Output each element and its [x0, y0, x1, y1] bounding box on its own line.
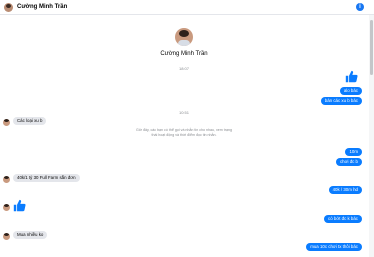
message-outgoing[interactable]: có bớt đc k bác: [324, 215, 362, 223]
profile-name: Cường Minh Trần: [160, 51, 208, 57]
message-outgoing[interactable]: alo bác: [339, 87, 362, 95]
message-incoming[interactable]: Mua nhiều ko: [13, 231, 48, 239]
like-icon: [13, 199, 26, 212]
scrollbar[interactable]: [369, 15, 374, 257]
message-outgoing[interactable]: chơi đc b: [335, 158, 362, 166]
message-outgoing[interactable]: 10m: [345, 148, 362, 156]
timestamp: 10:51: [178, 110, 189, 115]
contact-avatar[interactable]: [3, 233, 10, 240]
contact-avatar[interactable]: [3, 176, 10, 183]
profile-avatar[interactable]: [175, 28, 193, 46]
contact-avatar[interactable]: [3, 204, 10, 211]
info-icon[interactable]: i: [356, 3, 364, 11]
message-outgoing[interactable]: mua 10c chơi tx thôi bác: [306, 243, 362, 251]
message-incoming[interactable]: Các loại xu b: [13, 117, 47, 125]
header-contact-name[interactable]: Cường Minh Trần: [17, 3, 67, 12]
chat-notice: Giờ đây, các bạn có thể gọi và nhắn tin …: [136, 128, 232, 137]
chat-header: Cường Minh Trần i: [0, 0, 374, 15]
message-outgoing[interactable]: bán các xu b bác: [320, 97, 362, 105]
message-outgoing[interactable]: 40k / 30m hd: [328, 186, 362, 194]
message-incoming[interactable]: 40k/1 tỷ 30 Full Farm sẵn đơn: [13, 174, 80, 182]
header-avatar[interactable]: [4, 3, 13, 12]
like-icon: [345, 70, 358, 83]
timestamp: 18:07: [178, 66, 189, 71]
contact-avatar[interactable]: [3, 119, 10, 126]
scrollbar-thumb[interactable]: [370, 20, 373, 75]
